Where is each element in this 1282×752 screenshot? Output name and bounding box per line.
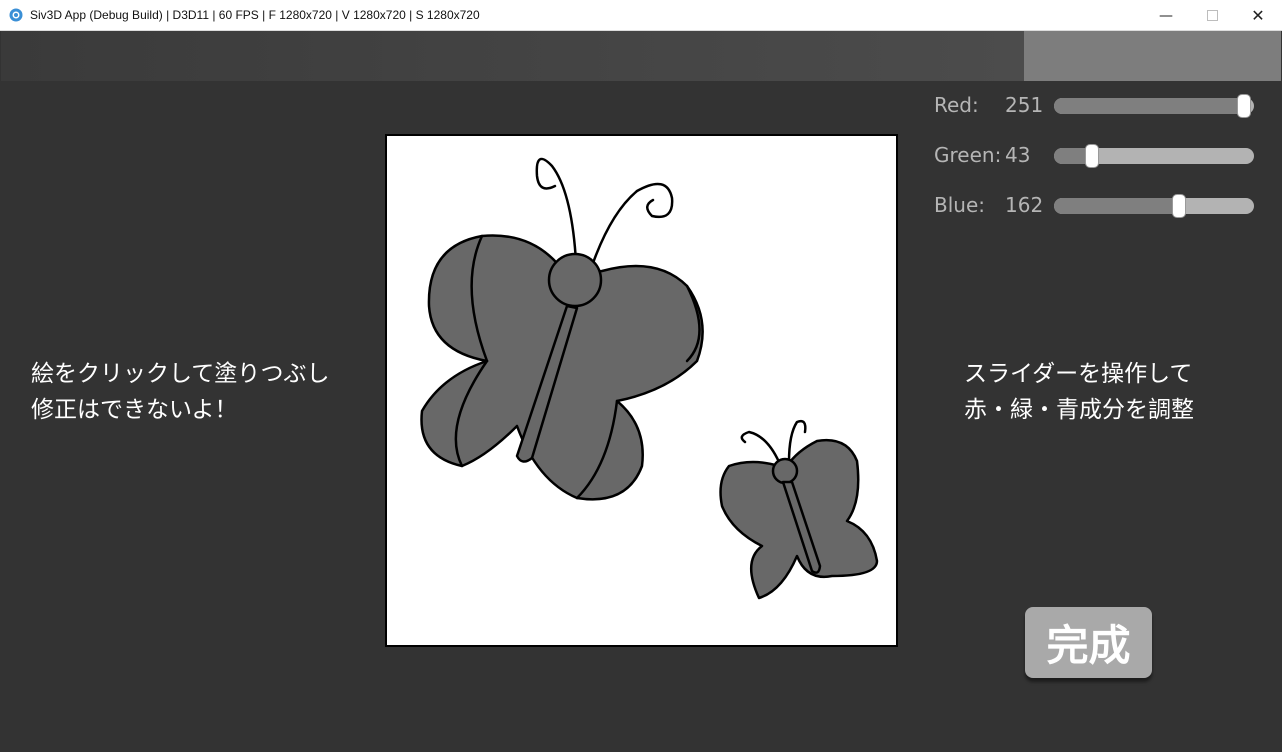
color-preview-swatch	[1024, 31, 1281, 81]
window-titlebar: Siv3D App (Debug Build) | D3D11 | 60 FPS…	[0, 0, 1282, 31]
green-slider-fill	[1054, 148, 1088, 164]
maximize-icon	[1206, 10, 1218, 21]
left-instruction: 絵をクリックして塗りつぶし 修正はできないよ！	[31, 356, 330, 428]
right-instruction: スライダーを操作して 赤・緑・青成分を調整	[964, 356, 1194, 428]
done-button[interactable]: 完成	[1025, 607, 1152, 678]
top-bar	[1, 31, 1024, 81]
red-slider-fill	[1054, 98, 1251, 114]
green-slider-value: 43	[1005, 143, 1031, 167]
red-slider-knob[interactable]	[1237, 94, 1252, 118]
red-slider-label: Red:	[934, 93, 979, 117]
close-button[interactable]: ✕	[1235, 0, 1281, 31]
blue-slider-fill	[1054, 198, 1182, 214]
blue-slider-value: 162	[1005, 193, 1044, 217]
blue-slider-track[interactable]	[1054, 198, 1254, 214]
window-title: Siv3D App (Debug Build) | D3D11 | 60 FPS…	[30, 8, 480, 22]
left-instruction-line2: 修正はできないよ！	[31, 397, 238, 423]
blue-slider-knob[interactable]	[1172, 194, 1187, 218]
left-instruction-line1: 絵をクリックして塗りつぶし	[31, 361, 330, 387]
right-instruction-line2: 赤・緑・青成分を調整	[964, 397, 1194, 423]
minimize-button[interactable]: —	[1143, 0, 1189, 31]
green-slider-knob[interactable]	[1085, 144, 1100, 168]
coloring-canvas[interactable]	[385, 134, 898, 647]
green-slider-label: Green:	[934, 143, 1002, 167]
maximize-button[interactable]	[1189, 0, 1235, 31]
blue-slider-label: Blue:	[934, 193, 985, 217]
right-instruction-line1: スライダーを操作して	[964, 361, 1193, 387]
small-butterfly[interactable]	[719, 419, 879, 600]
siv3d-icon	[9, 8, 23, 22]
red-slider-track[interactable]	[1054, 98, 1254, 114]
green-slider-track[interactable]	[1054, 148, 1254, 164]
large-butterfly[interactable]	[420, 157, 704, 501]
butterfly-drawing	[420, 157, 879, 600]
red-slider-value: 251	[1005, 93, 1044, 117]
app-client-area: Red: 251 Green: 43 Blue: 162 絵をクリックして塗りつ…	[1, 31, 1281, 751]
